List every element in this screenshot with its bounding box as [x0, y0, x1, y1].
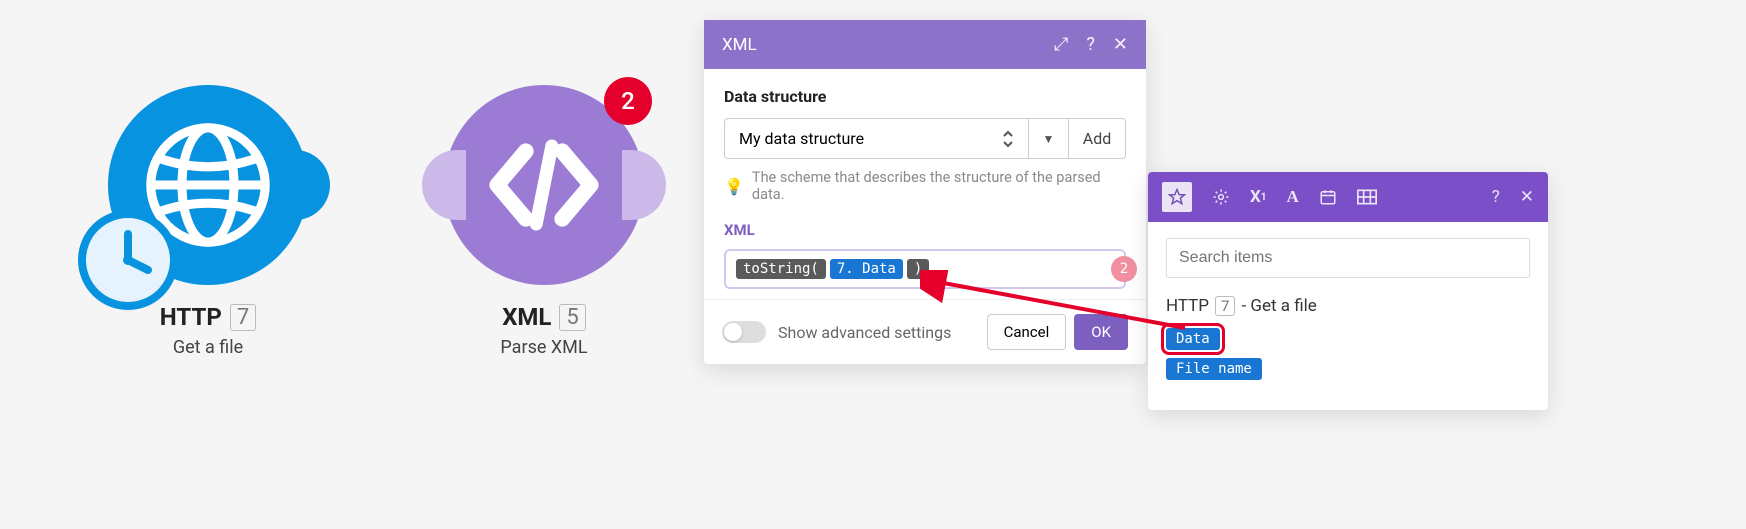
ds-add-button[interactable]: Add	[1068, 118, 1126, 159]
table-icon	[1357, 189, 1377, 205]
connector-out	[286, 150, 330, 220]
module-index: 7	[230, 304, 256, 331]
field-label-xml: XML	[724, 221, 1126, 239]
source-index: 7	[1215, 296, 1235, 316]
gear-icon	[1212, 188, 1230, 206]
expand-icon[interactable]: ⤢	[1054, 34, 1068, 55]
cancel-button[interactable]: Cancel	[987, 314, 1067, 350]
search-input[interactable]	[1166, 238, 1530, 278]
module-http[interactable]: HTTP 7 Get a file	[108, 85, 308, 358]
http-circle[interactable]	[108, 85, 308, 285]
tab-math[interactable]: X1	[1250, 187, 1267, 207]
advanced-toggle[interactable]	[722, 321, 766, 343]
panel-title: XML	[722, 35, 757, 55]
token-var: 7. Data	[830, 259, 903, 279]
connector-in	[422, 150, 466, 220]
updown-icon	[1002, 130, 1014, 148]
tab-star[interactable]	[1162, 182, 1192, 212]
ok-button[interactable]: OK	[1074, 314, 1128, 350]
xml-circle[interactable]: 2	[444, 85, 644, 285]
module-title: XML	[502, 303, 551, 331]
expr-badge: 2	[1111, 256, 1137, 282]
calendar-icon	[1319, 188, 1337, 206]
panel-mapper: X1 A ? ✕ HTTP 7 - Get a file Data File n…	[1148, 172, 1548, 410]
close-icon[interactable]: ✕	[1113, 34, 1128, 55]
advanced-label: Show advanced settings	[778, 323, 951, 342]
module-xml[interactable]: 2 XML 5 Parse XML	[444, 85, 644, 358]
xml-expression-input[interactable]: toString( 7. Data ) 2	[724, 249, 1126, 289]
module-index: 5	[559, 304, 585, 331]
source-label: - Get a file	[1241, 296, 1316, 316]
hint-text: The scheme that describes the structure …	[752, 169, 1126, 203]
tab-date[interactable]	[1319, 188, 1337, 206]
tab-text[interactable]: A	[1287, 187, 1299, 207]
pill-filename[interactable]: File name	[1166, 358, 1262, 380]
ds-selected-value: My data structure	[739, 129, 864, 148]
data-structure-select[interactable]: My data structure	[724, 118, 1028, 159]
panel-xml-config: XML ⤢ ? ✕ Data structure My data structu…	[704, 20, 1146, 364]
star-icon	[1168, 188, 1186, 206]
mapper-close-icon[interactable]: ✕	[1520, 187, 1534, 207]
pill-data[interactable]: Data	[1166, 328, 1220, 350]
token-fn-open: toString(	[736, 259, 826, 279]
mapper-help-icon[interactable]: ?	[1492, 187, 1500, 207]
token-fn-close: )	[907, 259, 929, 279]
connector-out	[622, 150, 666, 220]
module-subtitle: Get a file	[108, 337, 308, 358]
code-icon	[479, 120, 609, 250]
tab-array[interactable]	[1357, 189, 1377, 205]
tab-gear[interactable]	[1212, 188, 1230, 206]
ds-dropdown-button[interactable]: ▼	[1028, 118, 1068, 159]
bulb-icon: 💡	[724, 177, 744, 196]
source-app: HTTP	[1166, 296, 1209, 316]
clock-icon	[78, 210, 178, 310]
section-label: Data structure	[724, 87, 1126, 106]
badge-count: 2	[604, 77, 652, 125]
module-subtitle: Parse XML	[444, 337, 644, 358]
help-icon[interactable]: ?	[1086, 34, 1095, 55]
